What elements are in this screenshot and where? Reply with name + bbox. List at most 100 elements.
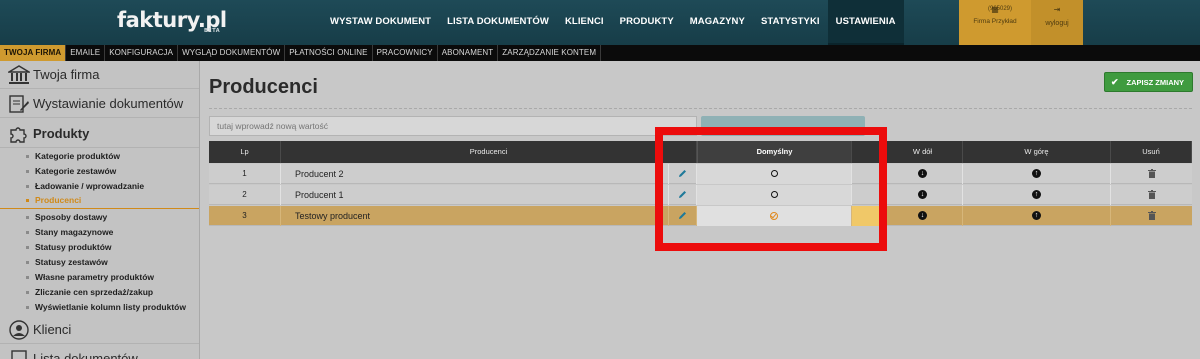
nav-klienci[interactable]: KLIENCI bbox=[557, 0, 612, 45]
subnav-zarzadzanie-kontem[interactable]: ZARZĄDZANIE KONTEM bbox=[498, 45, 602, 61]
document-edit-icon bbox=[9, 95, 29, 113]
logo[interactable]: faktury.pl BETA bbox=[117, 8, 227, 34]
sidebar-item-producenci[interactable]: Producenci bbox=[26, 195, 81, 205]
delete-button[interactable] bbox=[1111, 185, 1192, 205]
cell-spacer bbox=[852, 206, 883, 226]
sidebar-item-wyswietlanie-kolumn[interactable]: Wyświetlanie kolumn listy produktów bbox=[26, 302, 186, 312]
nav-produkty[interactable]: PRODUKTY bbox=[612, 0, 682, 45]
logo-badge: BETA bbox=[204, 28, 221, 34]
logout-label: wyloguj bbox=[1045, 20, 1069, 27]
bullet-icon bbox=[26, 261, 29, 265]
edit-button[interactable] bbox=[669, 206, 697, 226]
sidebar-section-label: Produkty bbox=[33, 126, 90, 141]
pencil-icon bbox=[679, 212, 686, 220]
table-row: 1 Producent 2 ↓ ↑ bbox=[209, 164, 1192, 184]
sidebar-item-ladowanie[interactable]: Ładowanie / wprowadzanie bbox=[26, 181, 144, 191]
sidebar-section-produkty[interactable]: Produkty bbox=[0, 120, 199, 148]
sidebar: Twoja firma Wystawianie dokumentów Produ… bbox=[0, 61, 200, 359]
move-up-button[interactable]: ↑ bbox=[963, 164, 1111, 184]
arrow-down-icon: ↓ bbox=[918, 169, 927, 179]
sidebar-item-zliczanie-cen[interactable]: Zliczanie cen sprzedaż/zakup bbox=[26, 287, 153, 297]
edit-button[interactable] bbox=[669, 185, 697, 205]
sidebar-item-kategorie-zestawow[interactable]: Kategorie zestawów bbox=[26, 166, 116, 176]
move-down-button[interactable]: ↓ bbox=[883, 206, 963, 226]
arrow-up-icon: ↑ bbox=[1032, 211, 1041, 221]
pencil-icon bbox=[679, 170, 686, 178]
delete-button[interactable] bbox=[1111, 206, 1192, 226]
main-nav: WYSTAW DOKUMENT LISTA DOKUMENTÓW KLIENCI… bbox=[322, 0, 904, 45]
column-header-producenci: Producenci bbox=[281, 141, 697, 163]
check-circle-icon bbox=[770, 211, 778, 220]
delete-button[interactable] bbox=[1111, 164, 1192, 184]
new-value-input[interactable] bbox=[209, 116, 697, 136]
cell-spacer bbox=[852, 164, 883, 184]
sidebar-section-label: Wystawianie dokumentów bbox=[33, 96, 184, 111]
table-row-selected: 3 Testowy producent ↓ ↑ bbox=[209, 206, 1192, 226]
firm-account-button[interactable]: ▦ (965029) Firma Przykład bbox=[959, 0, 1031, 45]
edit-button[interactable] bbox=[669, 164, 697, 184]
nav-wystaw-dokument[interactable]: WYSTAW DOKUMENT bbox=[322, 0, 439, 45]
sidebar-section-klienci[interactable]: Klienci bbox=[0, 316, 199, 344]
column-header-usun: Usuń bbox=[1111, 141, 1192, 163]
column-header-domyslny: Domyślny bbox=[697, 141, 852, 163]
sidebar-item-sposoby-dostawy[interactable]: Sposoby dostawy bbox=[26, 212, 107, 222]
cell-lp: 3 bbox=[209, 206, 281, 226]
bank-icon bbox=[8, 65, 30, 84]
nav-magazyny[interactable]: MAGAZYNY bbox=[682, 0, 753, 45]
bullet-icon bbox=[26, 185, 29, 189]
bullet-icon bbox=[26, 155, 29, 159]
active-item-underline bbox=[0, 208, 199, 209]
cell-lp: 1 bbox=[209, 164, 281, 184]
nav-lista-dokumentow[interactable]: LISTA DOKUMENTÓW bbox=[439, 0, 557, 45]
nav-ustawienia[interactable]: USTAWIENIA bbox=[827, 0, 904, 45]
sidebar-item-statusy-zestawow[interactable]: Statusy zestawów bbox=[26, 257, 108, 267]
bullet-icon bbox=[26, 216, 29, 220]
subnav-emaile[interactable]: EMAILE bbox=[66, 45, 106, 61]
default-radio[interactable] bbox=[697, 164, 852, 184]
sidebar-section-twoja-firma[interactable]: Twoja firma bbox=[0, 61, 199, 89]
cell-producer-name: Producent 2 bbox=[281, 164, 669, 184]
save-changes-button[interactable]: ✔ ZAPISZ ZMIANY bbox=[1104, 72, 1193, 92]
add-button[interactable] bbox=[701, 116, 865, 136]
user-icon bbox=[9, 320, 29, 340]
column-header-w-dol: W dół bbox=[883, 141, 963, 163]
subnav-konfiguracja[interactable]: KONFIGURACJA bbox=[105, 45, 179, 61]
arrow-up-icon: ↑ bbox=[1032, 169, 1041, 179]
sidebar-item-wlasne-parametry[interactable]: Własne parametry produktów bbox=[26, 272, 154, 282]
logout-button[interactable]: ⇥ wyloguj bbox=[1031, 0, 1083, 45]
save-button-label: ZAPISZ ZMIANY bbox=[1126, 78, 1185, 87]
sidebar-item-stany-magazynowe[interactable]: Stany magazynowe bbox=[26, 227, 113, 237]
sidebar-item-kategorie-produktow[interactable]: Kategorie produktów bbox=[26, 151, 120, 161]
bullet-icon bbox=[26, 306, 29, 310]
radio-icon bbox=[770, 170, 778, 178]
cell-spacer bbox=[852, 185, 883, 205]
top-bar: faktury.pl BETA WYSTAW DOKUMENT LISTA DO… bbox=[0, 0, 1200, 45]
radio-icon bbox=[770, 191, 778, 199]
puzzle-icon bbox=[10, 127, 27, 143]
trash-icon bbox=[1147, 169, 1156, 179]
sidebar-section-wystawianie[interactable]: Wystawianie dokumentów bbox=[0, 90, 199, 118]
table-row: 2 Producent 1 ↓ ↑ bbox=[209, 185, 1192, 205]
move-down-button[interactable]: ↓ bbox=[883, 164, 963, 184]
sidebar-section-lista-dokumentow[interactable]: Lista dokumentów bbox=[0, 345, 199, 359]
sidebar-section-label: Klienci bbox=[33, 322, 72, 337]
move-up-button[interactable]: ↑ bbox=[963, 185, 1111, 205]
move-up-button[interactable]: ↑ bbox=[963, 206, 1111, 226]
move-down-button[interactable]: ↓ bbox=[883, 185, 963, 205]
firm-name: Firma Przykład bbox=[973, 18, 1017, 25]
default-radio-checked[interactable] bbox=[697, 206, 852, 226]
subnav-wyglad-dokumentow[interactable]: WYGLĄD DOKUMENTÓW bbox=[178, 45, 286, 61]
subnav-platnosci-online[interactable]: PŁATNOŚCI ONLINE bbox=[285, 45, 373, 61]
subnav-abonament[interactable]: ABONAMENT bbox=[438, 45, 499, 61]
default-radio[interactable] bbox=[697, 185, 852, 205]
column-header-spacer bbox=[852, 141, 883, 163]
trash-icon bbox=[1147, 211, 1156, 221]
bullet-icon bbox=[26, 170, 29, 174]
sidebar-section-label: Lista dokumentów bbox=[33, 351, 138, 359]
sidebar-item-statusy-produktow[interactable]: Statusy produktów bbox=[26, 242, 112, 252]
subnav-pracownicy[interactable]: PRACOWNICY bbox=[373, 45, 438, 61]
nav-statystyki[interactable]: STATYSTYKI bbox=[753, 0, 828, 45]
logout-icon: ⇥ bbox=[1053, 5, 1061, 14]
arrow-up-icon: ↑ bbox=[1032, 190, 1041, 200]
subnav-twoja-firma[interactable]: TWOJA FIRMA bbox=[0, 45, 67, 61]
